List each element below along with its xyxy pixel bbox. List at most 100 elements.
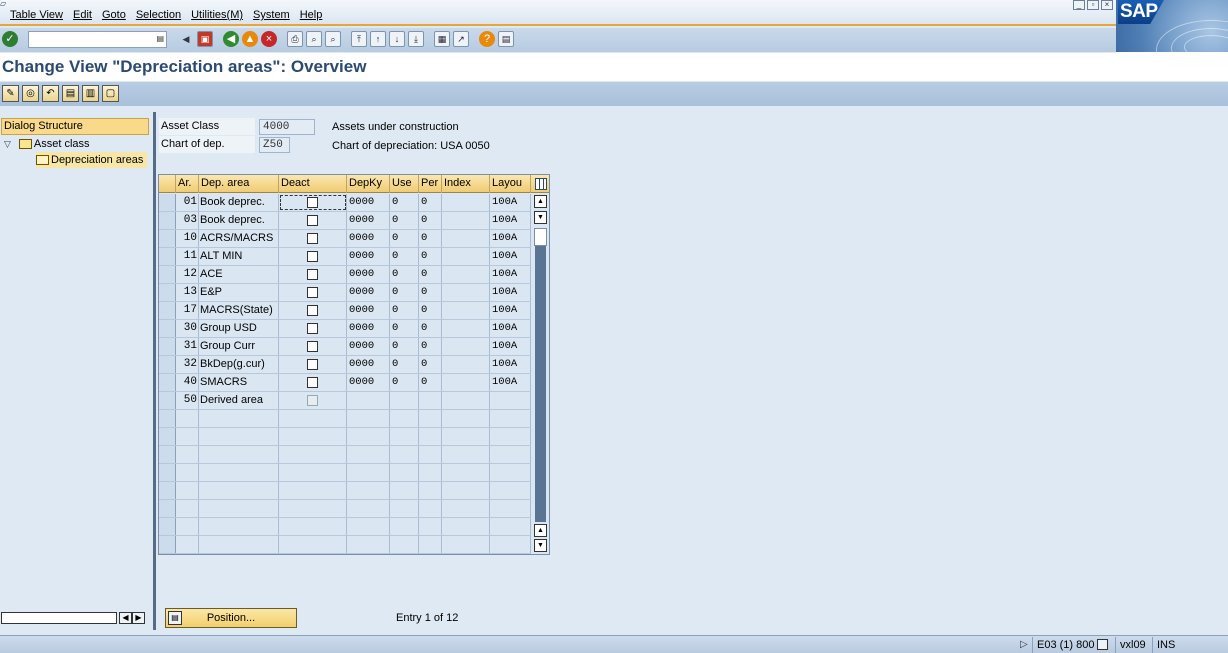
deact-checkbox[interactable] xyxy=(307,269,318,280)
cell-index[interactable] xyxy=(442,302,490,319)
tree-horizontal-scrollbar[interactable]: ◀ ▶ xyxy=(1,612,149,624)
cell-per[interactable]: 0 xyxy=(419,230,442,247)
new-session-icon[interactable]: ▦ xyxy=(434,31,450,47)
back-arrow-small-icon[interactable]: ◀ xyxy=(178,31,194,47)
empty-cell[interactable] xyxy=(159,536,176,553)
status-expand-icon[interactable]: ▷ xyxy=(1020,639,1028,650)
cell-per[interactable] xyxy=(419,392,442,409)
save-icon[interactable]: ▣ xyxy=(197,31,213,47)
empty-cell[interactable] xyxy=(159,410,176,427)
cell-per[interactable]: 0 xyxy=(419,194,442,211)
previous-page-icon[interactable]: ↑ xyxy=(370,31,386,47)
cell-index[interactable] xyxy=(442,392,490,409)
collapse-triangle-icon[interactable]: ▽ xyxy=(4,136,11,152)
cell-use[interactable]: 0 xyxy=(390,338,419,355)
empty-cell[interactable] xyxy=(159,482,176,499)
find-next-icon[interactable]: ⌕ xyxy=(325,31,341,47)
cell-per[interactable]: 0 xyxy=(419,248,442,265)
cell-layout[interactable]: 100A xyxy=(490,338,531,355)
cell-index[interactable] xyxy=(442,374,490,391)
deact-checkbox[interactable] xyxy=(307,215,318,226)
other-view-icon[interactable]: ◎ xyxy=(22,85,39,102)
deact-checkbox[interactable] xyxy=(307,197,318,208)
cell-index[interactable] xyxy=(442,338,490,355)
scroll-up-bottom-icon[interactable]: ▲ xyxy=(534,524,547,537)
cell-layout[interactable] xyxy=(490,392,531,409)
cell-layout[interactable]: 100A xyxy=(490,374,531,391)
row-selector[interactable] xyxy=(159,248,176,265)
deact-checkbox[interactable] xyxy=(307,323,318,334)
empty-cell[interactable] xyxy=(159,464,176,481)
row-selector[interactable] xyxy=(159,392,176,409)
cell-use[interactable]: 0 xyxy=(390,284,419,301)
deact-checkbox[interactable] xyxy=(307,377,318,388)
cell-layout[interactable]: 100A xyxy=(490,266,531,283)
menu-help[interactable]: Help xyxy=(300,9,323,21)
cell-index[interactable] xyxy=(442,356,490,373)
column-header-layout[interactable]: Layou xyxy=(490,175,531,193)
menu-selection[interactable]: Selection xyxy=(136,9,181,21)
minimize-icon[interactable]: _ xyxy=(1073,0,1085,10)
table-settings-icon[interactable] xyxy=(531,175,549,193)
empty-cell[interactable] xyxy=(159,500,176,517)
maximize-icon[interactable]: ▫ xyxy=(1087,0,1099,10)
row-selector[interactable] xyxy=(159,194,176,211)
cell-depky[interactable]: 0000 xyxy=(347,302,390,319)
deact-checkbox[interactable] xyxy=(307,251,318,262)
cell-depky[interactable]: 0000 xyxy=(347,374,390,391)
cell-use[interactable] xyxy=(390,392,419,409)
deact-checkbox[interactable] xyxy=(307,305,318,316)
cancel-icon[interactable]: × xyxy=(261,31,277,47)
table-vertical-scrollbar[interactable]: ▲ ▼ ▲ ▼ xyxy=(532,194,549,554)
cell-use[interactable]: 0 xyxy=(390,230,419,247)
cell-index[interactable] xyxy=(442,248,490,265)
cell-index[interactable] xyxy=(442,266,490,283)
cell-depky[interactable]: 0000 xyxy=(347,266,390,283)
column-header-area[interactable]: Ar. xyxy=(176,175,199,193)
cell-depky[interactable]: 0000 xyxy=(347,212,390,229)
deact-checkbox[interactable] xyxy=(307,287,318,298)
deact-checkbox[interactable] xyxy=(307,233,318,244)
row-selector[interactable] xyxy=(159,356,176,373)
cell-per[interactable]: 0 xyxy=(419,374,442,391)
empty-cell[interactable] xyxy=(159,446,176,463)
scroll-left-icon[interactable]: ◀ xyxy=(119,612,132,624)
cell-per[interactable]: 0 xyxy=(419,212,442,229)
cell-depky[interactable]: 0000 xyxy=(347,338,390,355)
cell-layout[interactable]: 100A xyxy=(490,248,531,265)
cell-per[interactable]: 0 xyxy=(419,284,442,301)
cell-use[interactable]: 0 xyxy=(390,374,419,391)
menu-goto[interactable]: Goto xyxy=(102,9,126,21)
cell-per[interactable]: 0 xyxy=(419,302,442,319)
cell-use[interactable]: 0 xyxy=(390,266,419,283)
scroll-up-icon[interactable]: ▲ xyxy=(534,195,547,208)
cell-use[interactable]: 0 xyxy=(390,320,419,337)
empty-cell[interactable] xyxy=(159,428,176,445)
close-window-icon[interactable]: × xyxy=(1101,0,1113,10)
shortcut-icon[interactable]: ↗ xyxy=(453,31,469,47)
row-selector[interactable] xyxy=(159,302,176,319)
layout-menu-icon[interactable]: ▤ xyxy=(498,31,514,47)
next-page-icon[interactable]: ↓ xyxy=(389,31,405,47)
cell-per[interactable]: 0 xyxy=(419,266,442,283)
scroll-right-icon[interactable]: ▶ xyxy=(132,612,145,624)
cell-use[interactable]: 0 xyxy=(390,356,419,373)
row-selector[interactable] xyxy=(159,284,176,301)
cell-depky[interactable]: 0000 xyxy=(347,356,390,373)
cell-depky[interactable]: 0000 xyxy=(347,230,390,247)
cell-use[interactable]: 0 xyxy=(390,248,419,265)
column-header-dep-area[interactable]: Dep. area xyxy=(199,175,279,193)
row-selector[interactable] xyxy=(159,266,176,283)
cell-layout[interactable]: 100A xyxy=(490,320,531,337)
cell-index[interactable] xyxy=(442,284,490,301)
cell-index[interactable] xyxy=(442,212,490,229)
system-list-icon[interactable] xyxy=(1097,639,1109,650)
menu-utilities-m[interactable]: Utilities(M) xyxy=(191,9,243,21)
asset-class-field[interactable]: 4000 xyxy=(259,119,315,135)
cell-index[interactable] xyxy=(442,194,490,211)
cell-per[interactable]: 0 xyxy=(419,320,442,337)
insert-mode[interactable]: INS xyxy=(1152,637,1179,653)
menu-table-view[interactable]: Table View xyxy=(10,9,63,21)
cell-layout[interactable]: 100A xyxy=(490,194,531,211)
deact-checkbox[interactable] xyxy=(307,359,318,370)
